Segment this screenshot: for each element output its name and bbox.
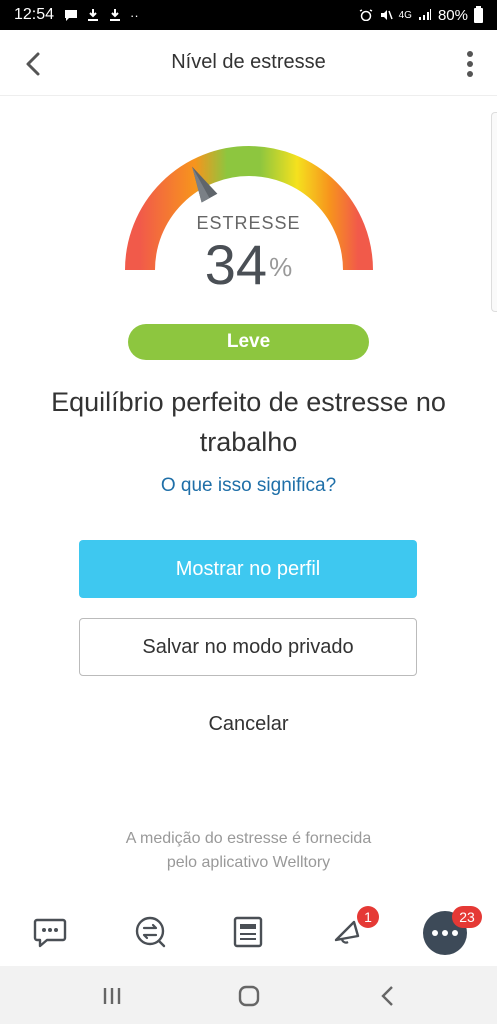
cancel-button[interactable]: Cancelar: [150, 706, 347, 742]
app-header: Nível de estresse: [0, 30, 497, 96]
page-title: Nível de estresse: [171, 51, 326, 73]
system-navigation-bar: [0, 966, 497, 1024]
what-does-it-mean-link[interactable]: O que isso significa?: [0, 475, 497, 497]
activity-exchange-icon[interactable]: [133, 914, 167, 950]
news-card-icon[interactable]: [231, 914, 265, 950]
signal-icon: [418, 9, 431, 20]
provider-note-line-1: A medição do estresse é fornecida: [125, 830, 372, 847]
back-arrow-icon[interactable]: [374, 982, 402, 1010]
download-notification-icon: [88, 9, 99, 21]
status-right: 4G 80%: [359, 5, 483, 24]
notification-icons: ··: [64, 8, 139, 23]
chevron-left-icon[interactable]: [20, 50, 48, 78]
status-time: 12:54: [14, 6, 55, 23]
bottom-tab-bar: 1 23: [0, 900, 497, 966]
recents-icon[interactable]: [98, 982, 126, 1010]
download-notification-icon: [110, 9, 121, 21]
network-type: 4G: [398, 9, 412, 21]
battery-percent: 80%: [437, 6, 468, 24]
provider-note: A medição do estresse é fornecida pelo a…: [0, 827, 497, 875]
stress-value: 34: [204, 233, 268, 296]
chat-bubble-icon[interactable]: [33, 914, 67, 950]
message-notification-icon: [65, 10, 78, 21]
result-headline: Equilíbrio perfeito de estresse no traba…: [51, 387, 446, 457]
more-notifications-icon: ··: [130, 7, 139, 23]
more-badge: 23: [452, 906, 482, 928]
more-vertical-icon[interactable]: [465, 50, 475, 78]
gauge-value: 34%: [0, 232, 497, 297]
alarm-icon: [359, 9, 372, 21]
home-icon[interactable]: [235, 982, 263, 1010]
battery-icon: [474, 5, 483, 23]
mute-icon: [380, 10, 393, 20]
provider-note-line-2: pelo aplicativo Welltory: [166, 854, 331, 871]
stress-level-badge: Leve: [128, 324, 369, 360]
stress-unit: %: [269, 252, 293, 282]
save-private-button[interactable]: Salvar no modo privado: [79, 618, 417, 676]
status-bar: 12:54 ·· 4G 80%: [0, 0, 497, 30]
notifications-badge: 1: [357, 906, 379, 928]
gauge-label: ESTRESSE: [196, 213, 301, 233]
show-in-profile-button[interactable]: Mostrar no perfil: [79, 540, 417, 598]
